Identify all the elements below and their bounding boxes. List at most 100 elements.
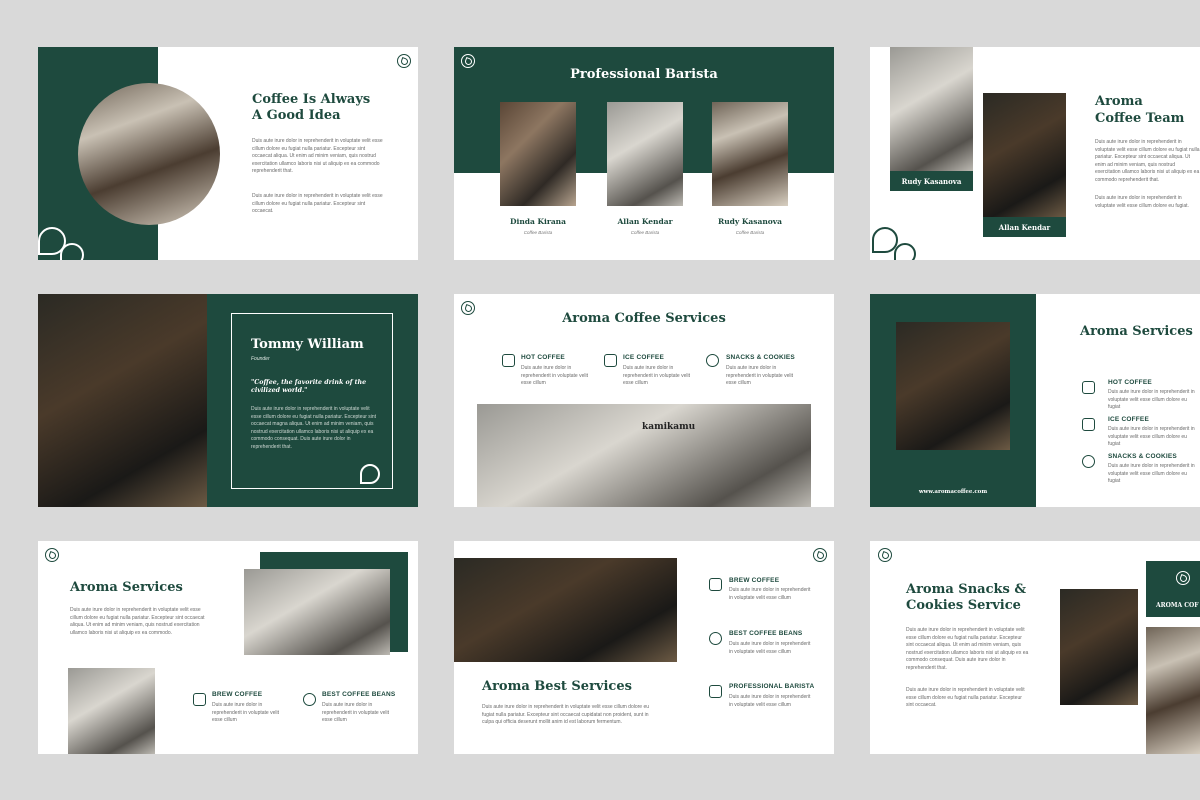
leaf-decoration-icon (360, 464, 380, 484)
cafe-interior-photo (454, 558, 677, 662)
service-text: Duis aute irure dolor in reprehenderit i… (1108, 426, 1195, 448)
slide-snacks-cookies[interactable]: Aroma Snacks & Cookies Service Duis aute… (870, 541, 1200, 754)
title-line-1: Coffee Is Always (252, 92, 371, 107)
coffee-bean-icon (303, 693, 316, 706)
slide-founder[interactable]: Tommy William Founder "Coffee, the favor… (38, 294, 418, 507)
barista-name: Rudy Kasanova (717, 217, 783, 226)
stool-photo-circle (78, 83, 220, 225)
brew-coffee-icon (709, 578, 722, 591)
slide-aroma-services-white[interactable]: Aroma Services Duis aute irure dolor in … (38, 541, 418, 754)
title-line-1: Aroma Snacks & (906, 582, 1027, 597)
team-member-name: Allan Kendar (998, 223, 1051, 232)
body-text: Duis aute irure dolor in reprehenderit i… (482, 704, 650, 726)
slide-title: Aroma Coffee Services (562, 311, 726, 326)
service-label: HOT COFFEE (1108, 379, 1152, 386)
cafe-table-photo (896, 322, 1010, 450)
service-label: SNACKS & COOKIES (726, 354, 795, 361)
brand-logo-icon (878, 548, 892, 562)
service-label: ICE COFFEE (623, 354, 665, 361)
slide-coffee-team[interactable]: Rudy Kasanova Allan Kendar Aroma Coffee … (870, 47, 1200, 260)
brand-name: AROMA COF (1156, 602, 1199, 609)
hot-coffee-icon (502, 354, 515, 367)
body-text: Duis aute irure dolor in reprehenderit i… (251, 406, 377, 450)
slide-title: Aroma Best Services (482, 679, 632, 694)
slide-title: Aroma Services (70, 580, 183, 595)
service-label: SNACKS & COOKIES (1108, 453, 1177, 460)
cookie-icon (706, 354, 719, 367)
team-member-name: Rudy Kasanova (901, 177, 962, 186)
body-text: Duis aute irure dolor in reprehenderit i… (906, 627, 1029, 671)
service-text: Duis aute irure dolor in reprehenderit i… (729, 641, 811, 655)
service-text: Duis aute irure dolor in reprehenderit i… (623, 365, 690, 387)
team-photo (983, 93, 1066, 217)
body-text: Duis aute irure dolor in reprehenderit i… (252, 193, 383, 215)
barista-name: Allan Kendar (617, 217, 673, 226)
barista-machine-icon (709, 685, 722, 698)
body-text: Duis aute irure dolor in reprehenderit i… (1095, 195, 1189, 209)
barista-role: Coffee Barista (630, 230, 660, 235)
leaf-decoration-icon (894, 243, 916, 260)
slide-title: Coffee Is Always A Good Idea (252, 92, 370, 124)
service-text: Duis aute irure dolor in reprehenderit i… (726, 365, 793, 387)
service-text: Duis aute irure dolor in reprehenderit i… (729, 694, 811, 708)
service-label: BREW COFFEE (729, 577, 780, 584)
barista-portrait-photo (68, 668, 155, 754)
title-line-2: Coffee Team (1095, 111, 1185, 126)
body-text: Duis aute irure dolor in reprehenderit i… (1095, 139, 1200, 183)
service-label: ICE COFFEE (1108, 416, 1150, 423)
service-text: Duis aute irure dolor in reprehenderit i… (1108, 389, 1195, 411)
barista-photo (500, 102, 576, 206)
slide-professional-barista[interactable]: Professional Barista Dinda Kirana Allan … (454, 47, 834, 260)
service-label: BEST COFFEE BEANS (322, 691, 396, 698)
service-text: Duis aute irure dolor in reprehenderit i… (729, 587, 811, 601)
service-text: Duis aute irure dolor in reprehenderit i… (212, 702, 279, 724)
barista-name: Dinda Kirana (509, 217, 566, 226)
title-line-1: Aroma (1095, 94, 1143, 109)
croissant-photo (1060, 589, 1138, 705)
pour-over-photo (244, 569, 390, 655)
title-line-2: A Good Idea (252, 108, 341, 123)
brand-logo-icon (813, 548, 827, 562)
slide-title: Professional Barista (570, 67, 718, 82)
ice-coffee-icon (604, 354, 617, 367)
brand-logo-icon (1176, 571, 1190, 585)
team-photo (890, 47, 973, 171)
barista-role: Coffee Barista (523, 230, 553, 235)
leaf-decoration-icon (60, 243, 84, 260)
cookie-icon (1082, 455, 1095, 468)
slide-best-services[interactable]: Aroma Best Services Duis aute irure dolo… (454, 541, 834, 754)
slide-title: Aroma Coffee Team (1095, 93, 1184, 127)
coffee-bean-icon (709, 632, 722, 645)
body-text: Duis aute irure dolor in reprehenderit i… (906, 687, 1025, 709)
service-text: Duis aute irure dolor in reprehenderit i… (1108, 463, 1195, 485)
hot-coffee-icon (1082, 381, 1095, 394)
service-label: HOT COFFEE (521, 354, 565, 361)
slide-coffee-services[interactable]: Aroma Coffee Services HOT COFFEE Duis au… (454, 294, 834, 507)
body-text: Duis aute irure dolor in reprehenderit i… (252, 138, 383, 175)
service-label: BREW COFFEE (212, 691, 263, 698)
pastry-photo (1146, 627, 1200, 754)
title-line-2: Cookies Service (906, 598, 1021, 613)
barista-photo (712, 102, 788, 206)
barista-photo (607, 102, 683, 206)
brand-logo-icon (45, 548, 59, 562)
service-label: BEST COFFEE BEANS (729, 630, 803, 637)
service-text: Duis aute irure dolor in reprehenderit i… (322, 702, 389, 724)
website-url: www.aromacoffee.com (918, 489, 988, 495)
cafe-sign-text: kamikamu (642, 422, 696, 432)
service-text: Duis aute irure dolor in reprehenderit i… (521, 365, 588, 387)
cafe-counter-photo (477, 404, 811, 507)
founder-photo (38, 294, 207, 507)
founder-name: Tommy William (251, 337, 364, 352)
brew-coffee-icon (193, 693, 206, 706)
body-text: Duis aute irure dolor in reprehenderit i… (70, 607, 205, 636)
brand-logo-icon (461, 54, 475, 68)
slide-coffee-good-idea[interactable]: Coffee Is Always A Good Idea Duis aute i… (38, 47, 418, 260)
slide-title: Aroma Services (1080, 324, 1193, 339)
founder-quote: "Coffee, the favorite drink of the civil… (251, 379, 367, 394)
founder-role: Founder (251, 356, 270, 362)
service-label: PROFESSIONAL BARISTA (729, 683, 815, 690)
ice-coffee-icon (1082, 418, 1095, 431)
slide-title: Aroma Snacks & Cookies Service (906, 582, 1026, 614)
slide-aroma-services-green[interactable]: www.aromacoffee.com Aroma Services HOT C… (870, 294, 1200, 507)
